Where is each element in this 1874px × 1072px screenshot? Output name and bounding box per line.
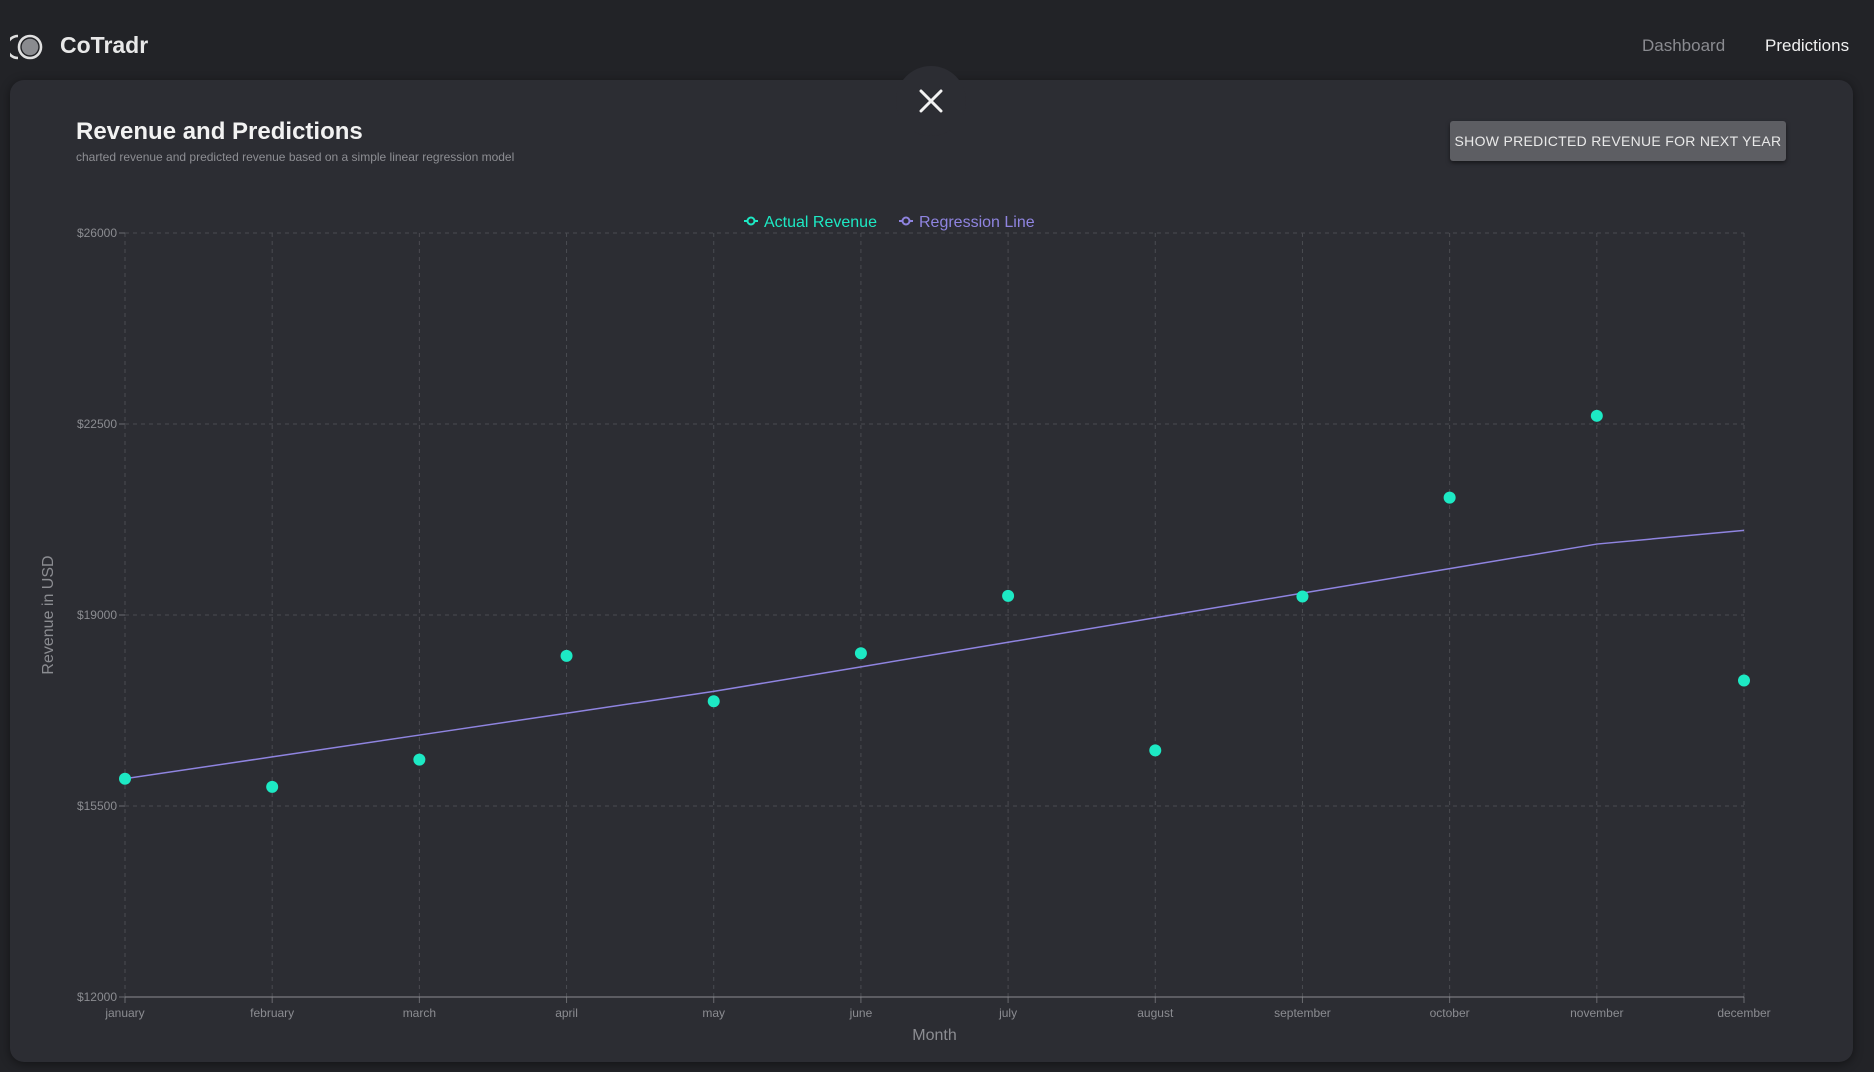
- actual-revenue-point: [1149, 744, 1162, 757]
- y-tick-label: $26000: [77, 226, 117, 240]
- actual-revenue-point: [413, 753, 426, 766]
- actual-revenue-point: [1738, 674, 1750, 687]
- y-tick-label: $15500: [77, 799, 117, 813]
- actual-revenue-point: [1443, 491, 1456, 504]
- y-tick-label: $12000: [77, 990, 117, 1004]
- x-tick-label: january: [104, 1006, 144, 1020]
- x-tick-label: october: [1430, 1006, 1470, 1020]
- actual-revenue-point: [707, 695, 720, 708]
- actual-revenue-point: [1296, 590, 1309, 603]
- chart-axes: $12000 $15500 $19000 $22500 $26000 january feb…: [40, 226, 1771, 1044]
- x-tick-label: april: [555, 1006, 578, 1020]
- x-tick-label: july: [998, 1006, 1017, 1020]
- revenue-chart: $12000 $15500 $19000 $22500 $26000 january feb…: [40, 214, 1771, 1044]
- x-tick-label: june: [849, 1006, 873, 1020]
- x-tick-label: september: [1274, 1006, 1331, 1020]
- x-tick-label: march: [403, 1006, 436, 1020]
- actual-revenue-points: [119, 409, 1750, 793]
- x-tick-label: august: [1137, 1006, 1174, 1020]
- y-tick-label: $19000: [77, 608, 117, 622]
- chart-legend: Actual Revenue Regression Line: [744, 214, 1035, 231]
- x-tick-label: december: [1717, 1006, 1770, 1020]
- legend-item-actual-revenue: Actual Revenue: [764, 214, 877, 231]
- regression-line: [124, 529, 1745, 780]
- actual-revenue-point: [119, 772, 131, 785]
- regression-line-layer: [124, 529, 1745, 780]
- actual-revenue-point: [560, 649, 573, 662]
- legend-item-regression-line: Regression Line: [919, 214, 1035, 231]
- y-tick-label: $22500: [77, 417, 117, 431]
- y-axis-title: Revenue in USD: [40, 555, 57, 674]
- x-tick-label: february: [250, 1006, 294, 1020]
- x-tick-label: may: [702, 1006, 725, 1020]
- x-tick-label: november: [1570, 1006, 1623, 1020]
- actual-revenue-point: [266, 780, 279, 793]
- actual-revenue-point: [854, 647, 867, 660]
- x-axis-title: Month: [912, 1027, 956, 1044]
- actual-revenue-point: [1002, 589, 1015, 602]
- legend-marker-icon: [901, 216, 911, 226]
- legend-marker-icon: [746, 216, 756, 226]
- chart-grid: [124, 232, 1745, 997]
- actual-revenue-point: [1590, 409, 1603, 422]
